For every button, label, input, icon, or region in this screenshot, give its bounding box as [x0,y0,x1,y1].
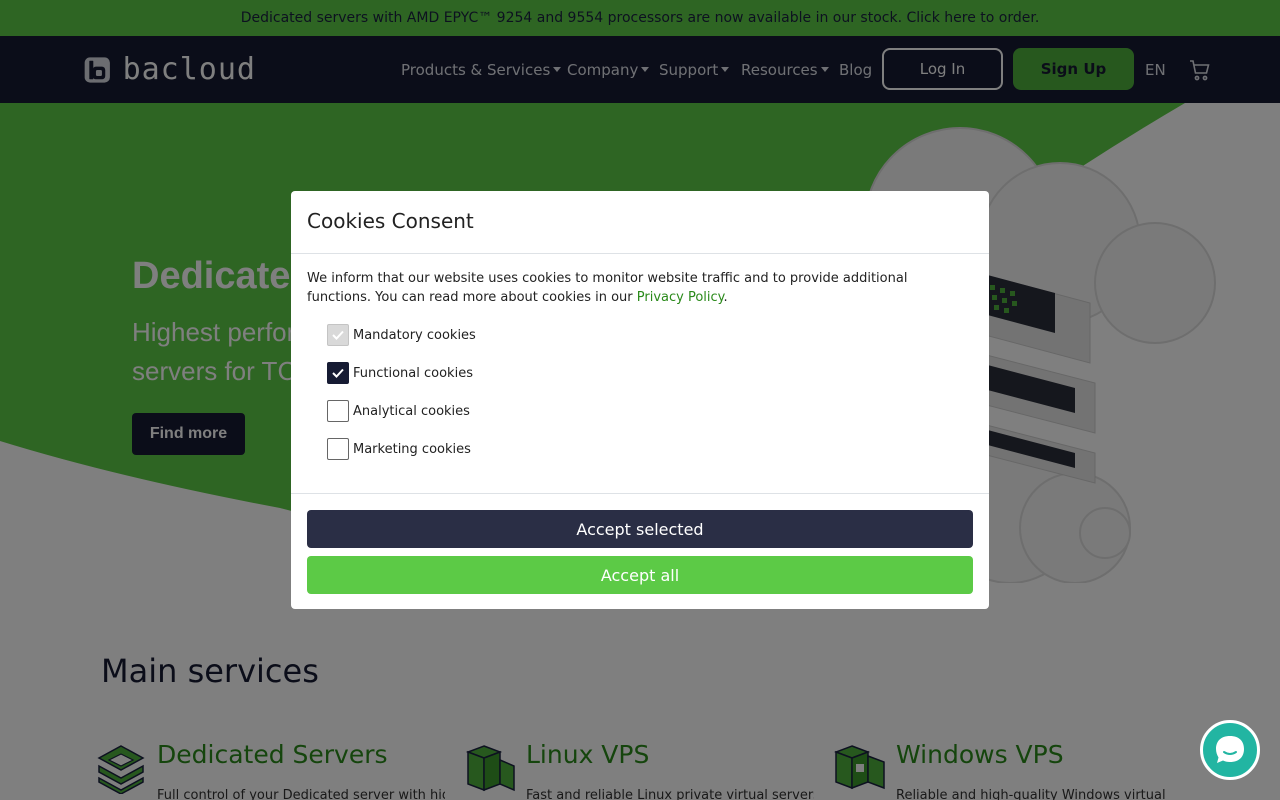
mandatory-cookies-checkbox [327,324,349,346]
chat-bubble-icon [1216,736,1244,763]
cookie-info-period: . [723,290,728,305]
functional-cookies-option[interactable]: Functional cookies [327,362,473,384]
accept-selected-button[interactable]: Accept selected [307,510,973,548]
accept-all-button[interactable]: Accept all [307,556,973,594]
modal-title: Cookies Consent [307,209,474,233]
analytical-cookies-checkbox[interactable] [327,400,349,422]
modal-header: Cookies Consent [291,191,989,254]
privacy-policy-link[interactable]: Privacy Policy [637,290,724,305]
cookie-info-body: We inform that our website uses cookies … [307,271,908,305]
marketing-cookies-option[interactable]: Marketing cookies [327,438,471,460]
chat-widget-button[interactable] [1200,720,1260,780]
cookie-consent-modal: Cookies Consent We inform that our websi… [291,191,989,609]
checkbox-label: Mandatory cookies [353,327,476,343]
cookie-info-text: We inform that our website uses cookies … [307,269,973,307]
mandatory-cookies-option: Mandatory cookies [327,324,476,346]
modal-footer: Accept selected Accept all [291,493,989,609]
checkbox-label[interactable]: Analytical cookies [353,404,470,419]
analytical-cookies-option[interactable]: Analytical cookies [327,400,470,422]
marketing-cookies-checkbox[interactable] [327,438,349,460]
checkbox-label[interactable]: Marketing cookies [353,442,471,457]
checkbox-label[interactable]: Functional cookies [353,366,473,381]
checkmark-icon [332,368,344,378]
functional-cookies-checkbox[interactable] [327,362,349,384]
checkmark-icon [332,330,344,340]
